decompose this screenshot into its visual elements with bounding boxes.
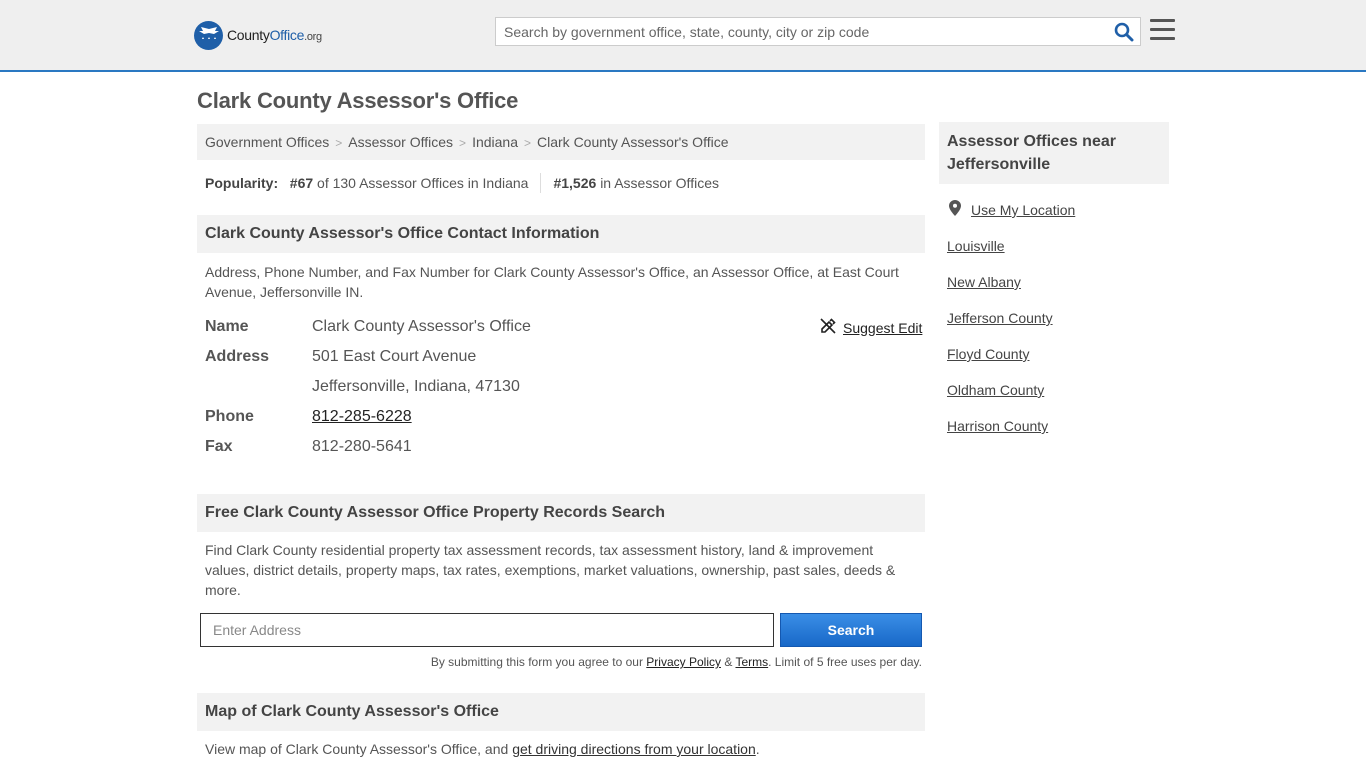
sidebar-item-floyd-county[interactable]: Floyd County (947, 344, 1029, 364)
address-label: Address (205, 348, 270, 365)
contact-heading: Clark County Assessor's Office Contact I… (197, 215, 925, 253)
breadcrumb-separator: > (459, 136, 467, 150)
address-row: Address 501 East Court Avenue (205, 342, 476, 372)
popularity-national-text: in Assessor Offices (600, 175, 719, 191)
fax-value: 812-280-5641 (312, 438, 412, 455)
breadcrumb-indiana[interactable]: Indiana (472, 134, 518, 150)
location-pin-icon (949, 199, 961, 221)
popularity-label: Popularity: (205, 175, 279, 191)
records-heading: Free Clark County Assessor Office Proper… (197, 494, 925, 532)
sidebar-item-new-albany[interactable]: New Albany (947, 272, 1021, 292)
sidebar-item-harrison-county[interactable]: Harrison County (947, 416, 1048, 436)
contact-description: Address, Phone Number, and Fax Number fo… (205, 264, 899, 300)
sidebar-item-oldham-county[interactable]: Oldham County (947, 380, 1044, 400)
suggest-edit-link[interactable]: Suggest Edit (843, 320, 922, 336)
phone-row: Phone 812-285-6228 (205, 402, 412, 432)
popularity-state-text: of 130 Assessor Offices in Indiana (317, 175, 529, 191)
records-description: Find Clark County residential property t… (205, 542, 896, 598)
logo-eagle-icon (194, 20, 223, 50)
phone-label: Phone (205, 408, 254, 425)
address-row-2: Jeffersonville, Indiana, 47130 (205, 372, 520, 402)
breadcrumb: Government Offices > Assessor Offices > Indi… (197, 124, 925, 160)
search-button[interactable]: Search (780, 613, 922, 647)
address-input[interactable] (201, 614, 773, 646)
site-logo[interactable]: CountyOffice.org (194, 20, 322, 50)
popularity-state-rank: #67 (289, 175, 314, 191)
name-value: Clark County Assessor's Office (312, 318, 531, 335)
popularity-national-rank: #1,526 (553, 175, 597, 191)
fax-label: Fax (205, 438, 233, 455)
search-icon[interactable] (1114, 22, 1134, 42)
suggest-edit-icon (820, 318, 836, 337)
sidebar-heading: Assessor Offices near Jeffersonville (939, 122, 1169, 184)
breadcrumb-current: Clark County Assessor's Office (537, 134, 729, 150)
popularity-stats: Popularity: #67 of 130 Assessor Offices … (205, 173, 719, 193)
breadcrumb-assessor-offices[interactable]: Assessor Offices (348, 134, 453, 150)
sidebar-item-louisville[interactable]: Louisville (947, 236, 1005, 256)
suggest-edit[interactable]: Suggest Edit (820, 318, 922, 337)
breadcrumb-separator: > (524, 136, 532, 150)
logo-text: CountyOffice.org (227, 27, 322, 43)
site-header: CountyOffice.org (0, 0, 1366, 72)
breadcrumb-separator: > (335, 136, 343, 150)
form-disclaimer: By submitting this form you agree to our… (430, 655, 922, 669)
breadcrumb-government-offices[interactable]: Government Offices (205, 134, 329, 150)
use-my-location-link[interactable]: Use My Location (971, 200, 1075, 220)
popularity-divider (540, 173, 542, 193)
driving-directions-link[interactable]: get driving directions from your locatio… (512, 741, 756, 757)
map-heading: Map of Clark County Assessor's Office (197, 693, 925, 731)
phone-link[interactable]: 812-285-6228 (312, 408, 412, 426)
sidebar-item-jefferson-county[interactable]: Jefferson County (947, 308, 1053, 328)
name-label: Name (205, 318, 249, 335)
name-row: Name Clark County Assessor's Office (205, 312, 531, 342)
site-search-input[interactable] (496, 18, 1096, 45)
fax-row: Fax 812-280-5641 (205, 432, 412, 462)
terms-link[interactable]: Terms (735, 655, 768, 669)
privacy-policy-link[interactable]: Privacy Policy (646, 655, 721, 669)
page-title: Clark County Assessor's Office (197, 88, 519, 113)
use-my-location[interactable]: Use My Location (947, 199, 1075, 221)
map-description: View map of Clark County Assessor's Offi… (205, 741, 760, 757)
address-line2: Jeffersonville, Indiana, 47130 (312, 378, 520, 395)
address-field-wrapper (200, 613, 774, 647)
site-search (495, 17, 1141, 46)
address-line1: 501 East Court Avenue (312, 348, 477, 365)
menu-icon[interactable] (1150, 19, 1175, 41)
